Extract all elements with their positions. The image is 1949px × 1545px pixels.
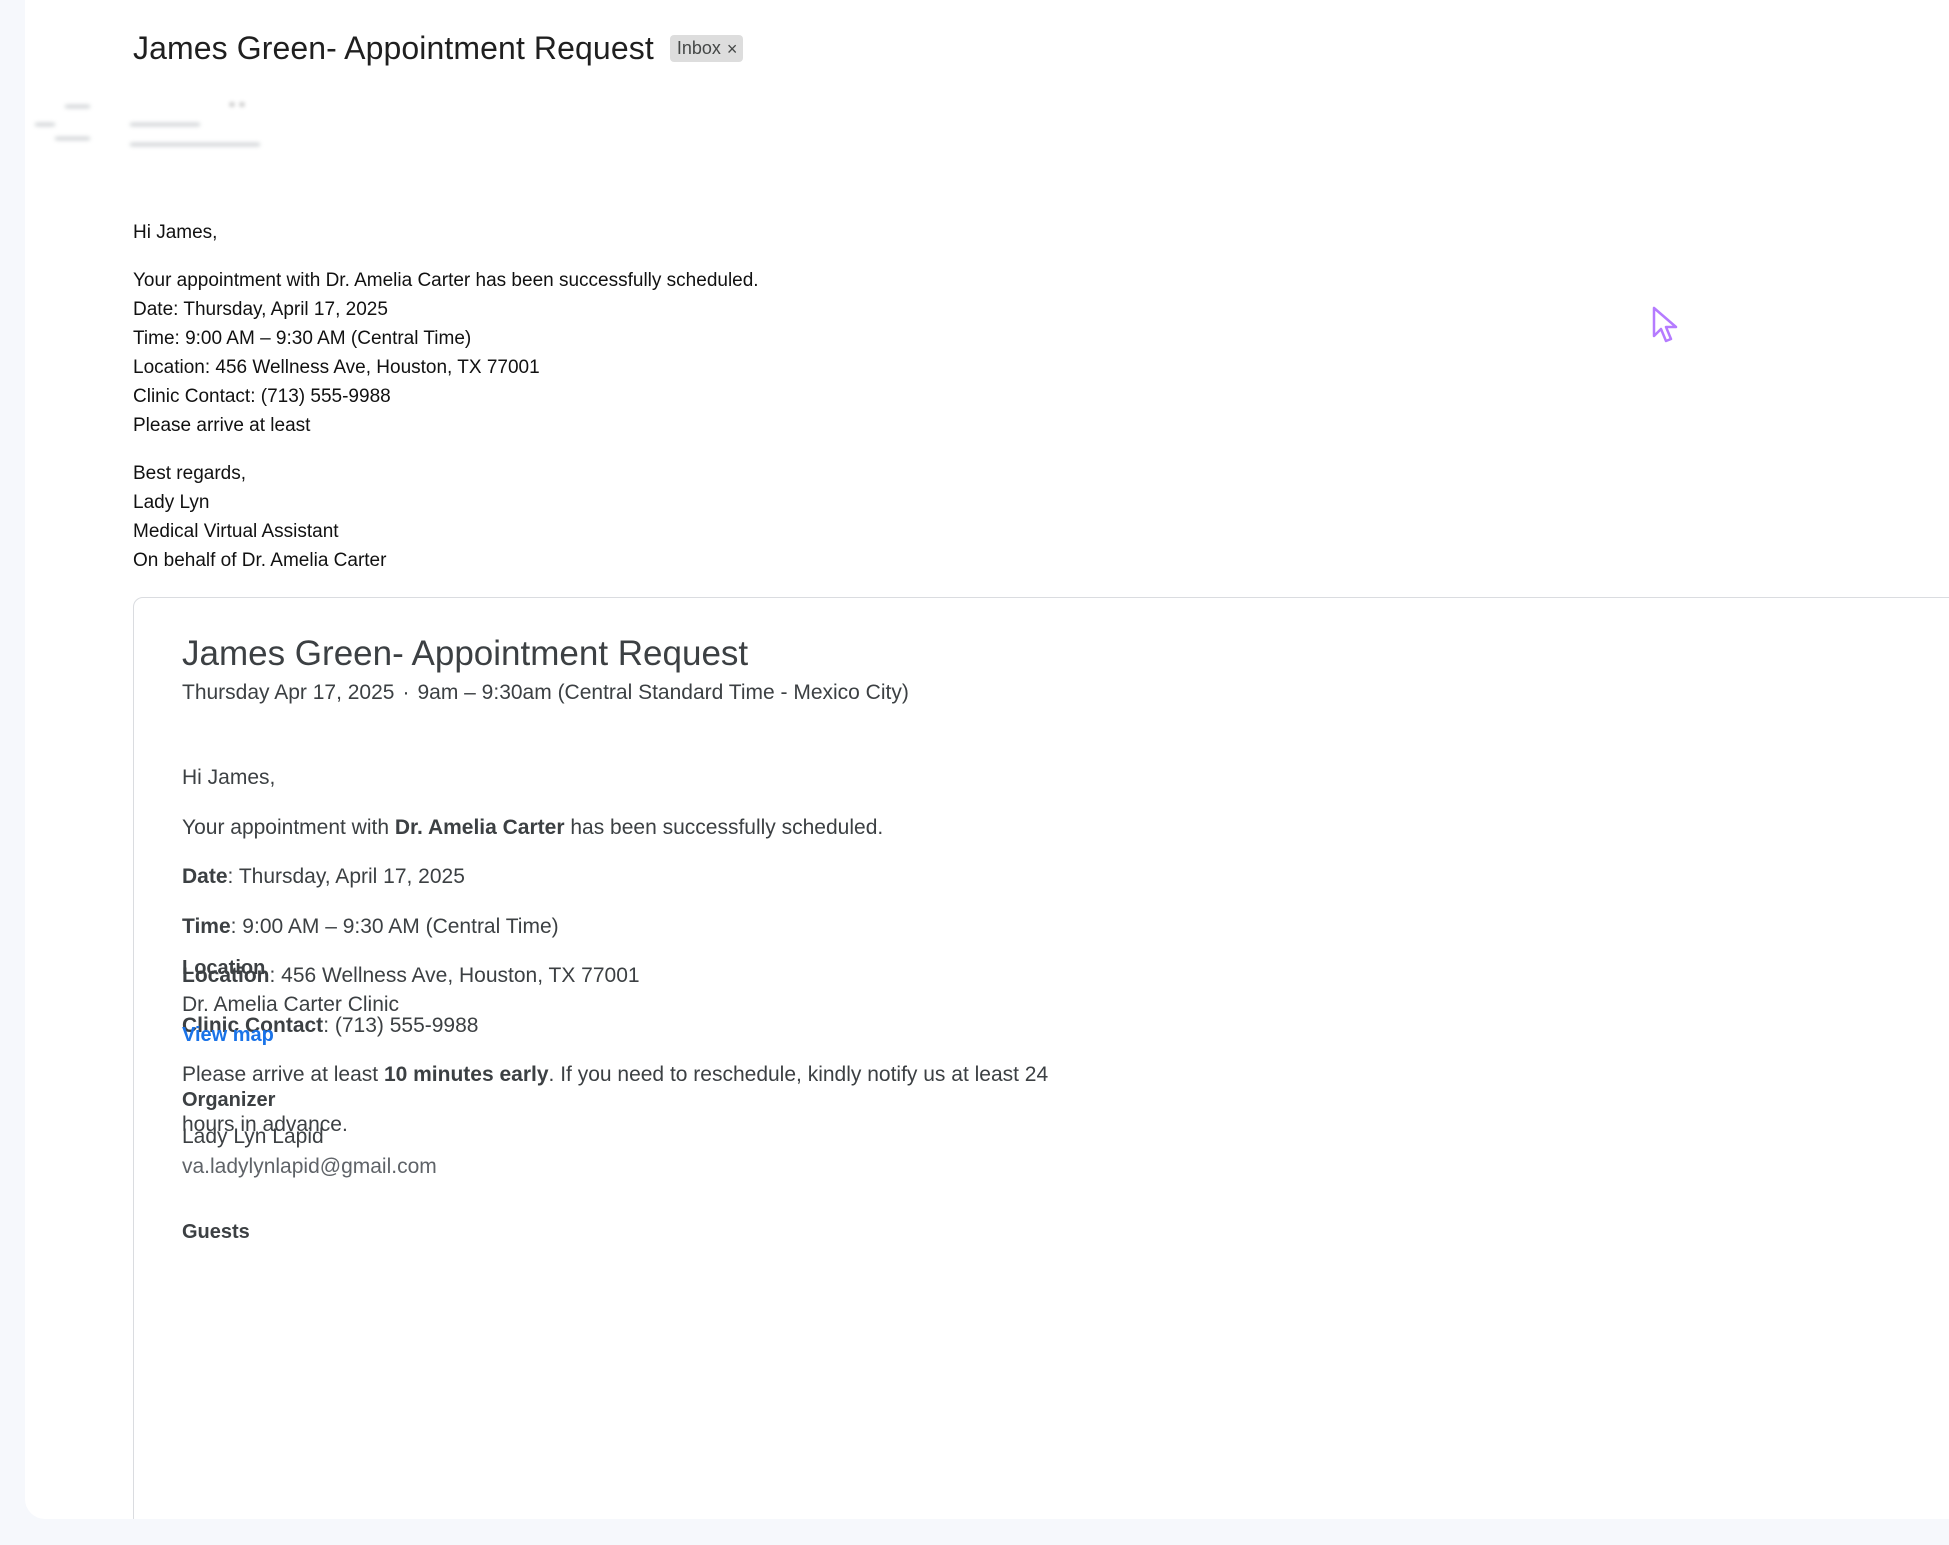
signature-line: Lady Lyn	[133, 492, 210, 513]
invite-date-line: Date: Thursday, April 17, 2025	[182, 862, 1048, 912]
invite-title: James Green- Appointment Request	[182, 634, 749, 673]
email-body-line: Time: 9:00 AM – 9:30 AM (Central Time)	[133, 328, 472, 349]
email-greeting: Hi James,	[133, 222, 218, 243]
text-fragment: Your appointment with	[182, 815, 395, 839]
text-fragment: has been successfully scheduled.	[564, 815, 884, 839]
email-body-line: Your appointment with Dr. Amelia Carter …	[133, 270, 759, 291]
separator-dot: ·	[402, 681, 410, 704]
redacted-sender-info	[35, 95, 335, 160]
text-fragment: . If you need to reschedule, kindly noti…	[548, 1063, 1049, 1086]
signature-line: Medical Virtual Assistant	[133, 521, 339, 542]
remove-label-icon[interactable]: ×	[727, 40, 738, 58]
email-signature: Best regards, Lady Lyn Medical Virtual A…	[133, 459, 759, 575]
email-subject: James Green- Appointment Request	[133, 30, 654, 66]
text-fragment: Please arrive at least	[182, 1063, 384, 1086]
subject-row: James Green- Appointment Request Inbox ×	[133, 30, 744, 67]
guests-heading: Guests	[182, 1221, 250, 1243]
email-body-line: Location: 456 Wellness Ave, Houston, TX …	[133, 357, 540, 378]
invite-datetime: Thursday Apr 17, 2025 · 9am – 9:30am (Cent…	[182, 681, 909, 705]
email-body-line: Please arrive at least	[133, 415, 311, 436]
view-map-link[interactable]: View map	[182, 1020, 399, 1050]
time-label: Time	[182, 914, 231, 938]
organizer-name: Lady Lyn Lapid	[182, 1125, 324, 1148]
email-view: James Green- Appointment Request Inbox ×…	[25, 0, 1949, 1519]
location-heading: Location	[182, 957, 266, 979]
organizer-section: Organizer Lady Lyn Lapid va.ladylynlapid…	[182, 1089, 437, 1182]
signature-line: Best regards,	[133, 463, 246, 484]
email-body-line: Clinic Contact: (713) 555-9988	[133, 386, 391, 407]
location-name: Dr. Amelia Carter Clinic	[182, 993, 400, 1016]
organizer-heading: Organizer	[182, 1089, 276, 1111]
date-value: : Thursday, April 17, 2025	[227, 865, 465, 888]
guests-section: Guests	[182, 1221, 250, 1254]
invite-time: 9am – 9:30am (Central Standard Time - Me…	[417, 681, 909, 704]
location-section: Location Dr. Amelia Carter Clinic View m…	[182, 957, 399, 1050]
date-label: Date	[182, 865, 228, 888]
time-value: : 9:00 AM – 9:30 AM (Central Time)	[230, 914, 559, 938]
email-body: Hi James, Your appointment with Dr. Amel…	[133, 218, 759, 594]
organizer-email[interactable]: va.ladylynlapid@gmail.com	[182, 1152, 437, 1182]
mouse-cursor-icon	[1652, 306, 1678, 343]
invite-date: Thursday Apr 17, 2025	[182, 681, 395, 704]
doctor-name: Dr. Amelia Carter	[394, 815, 565, 839]
signature-line: On behalf of Dr. Amelia Carter	[133, 550, 387, 571]
email-details: Your appointment with Dr. Amelia Carter …	[133, 266, 759, 440]
inbox-label-chip[interactable]: Inbox ×	[669, 35, 744, 62]
email-body-line: Date: Thursday, April 17, 2025	[133, 299, 388, 320]
invite-greeting: Hi James,	[182, 766, 276, 789]
calendar-invite-card: James Green- Appointment Request Thursda…	[133, 597, 1949, 1519]
inbox-label-text: Inbox	[676, 38, 721, 58]
invite-scheduled-line: Your appointment with Dr. Amelia Carter …	[182, 813, 1048, 863]
arrive-emphasis: 10 minutes early	[383, 1063, 549, 1086]
invite-time-line: Time: 9:00 AM – 9:30 AM (Central Time)	[182, 912, 1048, 962]
